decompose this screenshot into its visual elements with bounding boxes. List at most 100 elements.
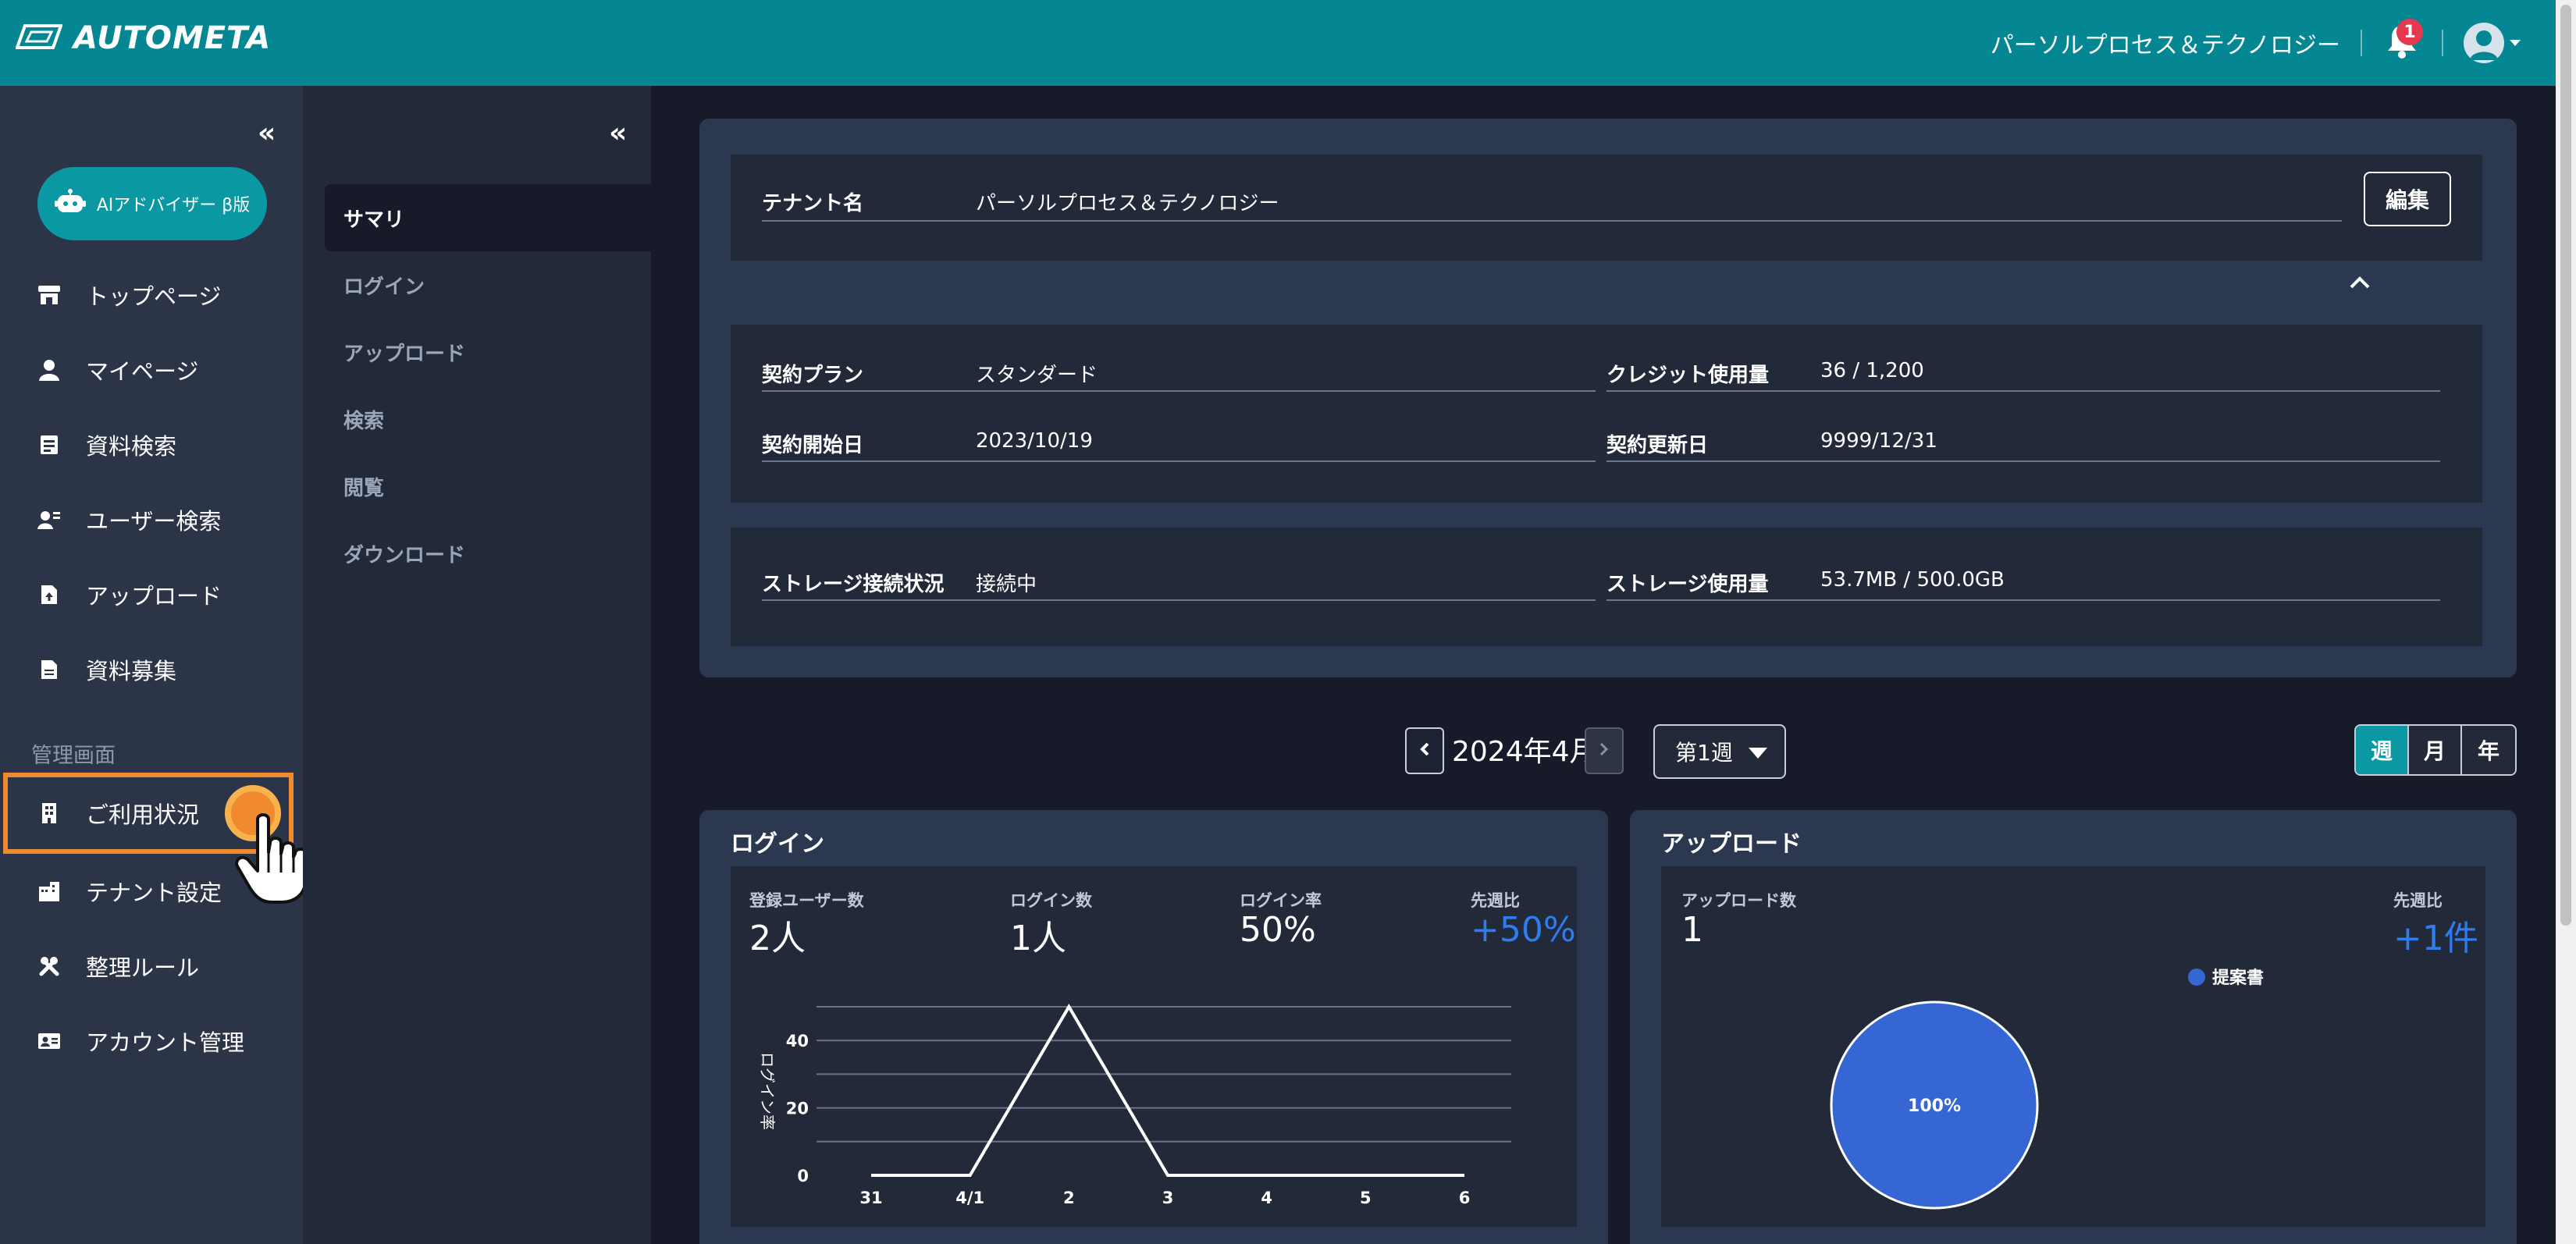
tab-download[interactable]: ダウンロード: [325, 520, 651, 587]
sidebar-item-user-search[interactable]: ユーザー検索: [0, 482, 303, 557]
x-tick-label: 4: [1261, 1189, 1272, 1207]
collapse-sidebar-button[interactable]: «: [258, 117, 276, 149]
sidebar-item-label: 資料検索: [86, 433, 177, 460]
field-underline: [1606, 599, 2440, 601]
tab-week[interactable]: 週: [2356, 726, 2409, 774]
x-tick-label: 6: [1459, 1189, 1471, 1207]
tab-upload[interactable]: アップロード: [325, 318, 651, 386]
brand-name: AUTOMETA: [73, 20, 272, 56]
stat-label: アップロード数: [1681, 891, 1796, 910]
prev-period-button[interactable]: [1405, 727, 1444, 774]
chevron-down-icon: [2509, 36, 2521, 51]
tab-month[interactable]: 月: [2409, 726, 2462, 774]
sidebar-item-label: テナント設定: [86, 880, 222, 906]
credit-value: 36 / 1,200: [1820, 359, 1924, 382]
stat-label: ログイン率: [1240, 891, 1322, 910]
renew-date-label: 契約更新日: [1606, 434, 1709, 457]
main-sidebar: « AIアドバイザー β版 トップページ マイページ 資料検索 ユーザー検索 ア…: [0, 86, 303, 1244]
legend-label: 提案書: [2212, 968, 2264, 988]
stat-label: 登録ユーザー数: [749, 891, 864, 910]
notification-button[interactable]: 1: [2382, 19, 2423, 62]
chevron-right-icon: [1599, 741, 1610, 760]
brand-logo[interactable]: AUTOMETA: [15, 20, 272, 56]
tab-year[interactable]: 年: [2462, 726, 2515, 774]
building-icon: [36, 800, 62, 826]
stat-label: 先週比: [2393, 891, 2443, 910]
document-search-icon: [36, 432, 62, 458]
sidebar-item-label: マイページ: [86, 358, 199, 385]
upload-card-body: アップロード数 1 先週比 +1件 100% 提案書: [1661, 866, 2485, 1227]
tenant-name-box: テナント名 パーソルプロセス＆テクノロジー: [731, 155, 2482, 261]
stat-value: 1人: [1010, 919, 1066, 958]
upload-card: アップロード アップロード数 1 先週比 +1件 100% 提案書: [1630, 810, 2517, 1244]
sidebar-item-label: 資料募集: [86, 658, 177, 684]
x-tick-label: 31: [859, 1189, 882, 1207]
scrollbar-thumb[interactable]: [2560, 5, 2571, 926]
legend-swatch: [2188, 969, 2205, 986]
store-icon: [36, 282, 62, 308]
header-divider: [2361, 30, 2362, 56]
sidebar-item-mypage[interactable]: マイページ: [0, 332, 303, 407]
tab-login[interactable]: ログイン: [325, 251, 651, 318]
sidebar-item-rules[interactable]: 整理ルール: [0, 929, 303, 1004]
credit-label: クレジット使用量: [1606, 364, 1770, 387]
avatar: [2464, 23, 2504, 63]
collapse-subnav-button[interactable]: «: [609, 117, 627, 149]
sidebar-item-upload[interactable]: アップロード: [0, 557, 303, 632]
header-divider: [2442, 30, 2443, 56]
login-card-body: 登録ユーザー数 2人 ログイン数 1人 ログイン率 50% 先週比 +50% 0…: [731, 866, 1577, 1227]
sidebar-item-label: トップページ: [86, 283, 222, 310]
field-underline: [762, 599, 1596, 601]
period-label: 2024年4月: [1452, 736, 1598, 768]
main-nav: トップページ マイページ 資料検索 ユーザー検索 アップロード 資料募集: [0, 258, 303, 707]
sidebar-item-label: アカウント管理: [86, 1029, 245, 1056]
storage-usage-label: ストレージ使用量: [1606, 573, 1769, 596]
stat-value: 50%: [1240, 910, 1316, 950]
chevron-up-icon: [2348, 276, 2371, 293]
storage-status-value: 接続中: [976, 573, 1037, 596]
field-underline: [1606, 460, 2440, 462]
user-menu-button[interactable]: [2464, 23, 2521, 63]
tab-summary[interactable]: サマリ: [325, 184, 651, 251]
sidebar-item-label: アップロード: [86, 583, 222, 610]
login-rate-line-chart: 0 20 40 31 4/1 2 3 4 5 6 ログイン率: [758, 1004, 1511, 1207]
page-scrollbar[interactable]: [2556, 0, 2576, 1244]
x-tick-label: 5: [1360, 1189, 1372, 1207]
renew-date-value: 9999/12/31: [1820, 429, 1937, 453]
upload-card-title: アップロード: [1661, 830, 1802, 858]
plan-label: 契約プラン: [762, 364, 864, 387]
next-period-button[interactable]: [1585, 727, 1624, 774]
tenant-icon: [36, 878, 62, 905]
x-tick-label: 4/1: [955, 1189, 984, 1207]
tenant-name-label: テナント名: [762, 192, 864, 215]
period-granularity-toggle: 週 月 年: [2354, 724, 2517, 776]
sidebar-item-doc-search[interactable]: 資料検索: [0, 407, 303, 482]
period-controls: 2024年4月 第1週 週 月 年: [0, 724, 2576, 780]
login-card-title: ログイン: [731, 830, 824, 858]
sidebar-item-top[interactable]: トップページ: [0, 258, 303, 332]
y-axis-label: ログイン率: [758, 1052, 777, 1130]
tools-icon: [36, 953, 62, 979]
sidebar-item-doc-request[interactable]: 資料募集: [0, 632, 303, 707]
login-card: ログイン 登録ユーザー数 2人 ログイン数 1人 ログイン率 50% 先週比 +…: [699, 810, 1608, 1244]
edit-button[interactable]: 編集: [2364, 172, 2451, 226]
x-tick-label: 3: [1162, 1189, 1174, 1207]
tenant-name-value: パーソルプロセス＆テクノロジー: [976, 192, 1279, 215]
pie-slice-label: 100%: [1908, 1096, 1961, 1116]
field-underline: [762, 460, 1596, 462]
ai-advisor-button[interactable]: AIアドバイザー β版: [37, 167, 267, 240]
stat-value: 1: [1681, 910, 1703, 950]
usage-subnav: « サマリ ログイン アップロード 検索 閲覧 ダウンロード: [303, 86, 651, 1244]
sidebar-item-accounts[interactable]: アカウント管理: [0, 1004, 303, 1079]
tab-search[interactable]: 検索: [325, 386, 651, 453]
tab-view[interactable]: 閲覧: [325, 453, 651, 520]
week-select[interactable]: 第1週: [1653, 724, 1786, 779]
stat-value: 2人: [749, 919, 806, 958]
ai-advisor-label: AIアドバイザー β版: [96, 196, 251, 215]
chevron-left-icon: [1419, 741, 1430, 760]
person-icon: [36, 357, 62, 383]
stat-label: ログイン数: [1010, 891, 1092, 910]
sidebar-item-label: 整理ルール: [86, 954, 200, 981]
top-header: AUTOMETA パーソルプロセス＆テクノロジー 1: [0, 0, 2576, 86]
collapse-details-button[interactable]: [2348, 275, 2371, 293]
